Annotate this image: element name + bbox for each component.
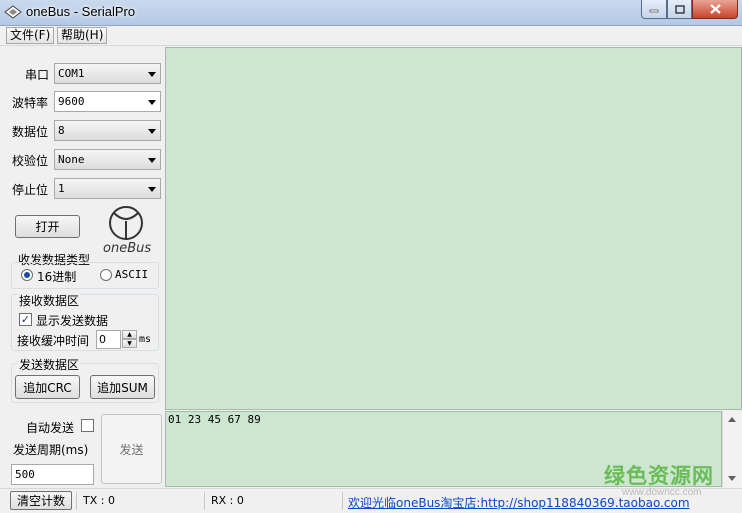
chevron-down-icon — [148, 158, 156, 163]
scroll-up-icon[interactable] — [728, 417, 736, 422]
close-icon — [709, 4, 721, 14]
ascii-radio[interactable] — [100, 269, 112, 281]
menu-bar: 文件(F) 帮助(H) — [0, 26, 742, 46]
app-icon — [4, 5, 22, 19]
parity-select[interactable]: None — [54, 149, 161, 170]
chevron-down-icon — [148, 187, 156, 192]
buffer-spinner[interactable]: ▲ ▼ — [122, 330, 137, 348]
hex-radio[interactable] — [21, 269, 33, 281]
receive-textarea[interactable] — [165, 47, 742, 410]
buffer-label: 接收缓冲时间 — [17, 334, 90, 348]
spin-down-icon[interactable]: ▼ — [122, 339, 137, 348]
status-separator — [342, 492, 343, 510]
send-button[interactable]: 发送 — [101, 414, 162, 484]
buffer-value: 0 — [99, 333, 106, 346]
onebus-logo-icon — [109, 206, 143, 240]
chevron-down-icon — [148, 72, 156, 77]
settings-panel: 串口 COM1 波特率 9600 数据位 8 校验位 None 停止位 1 打开… — [0, 47, 165, 407]
rx-counter: RX : 0 — [211, 494, 244, 507]
parity-value: None — [58, 153, 85, 166]
hex-label: 16进制 — [37, 270, 77, 284]
period-input[interactable]: 500 — [11, 464, 94, 485]
buffer-unit: ms — [139, 334, 152, 345]
ascii-label: ASCII — [115, 268, 149, 281]
baud-select[interactable]: 9600 — [54, 91, 161, 112]
status-separator — [204, 492, 205, 510]
status-separator — [76, 492, 77, 510]
send-scrollbar[interactable] — [722, 411, 742, 487]
minimize-button[interactable] — [641, 0, 667, 19]
close-button[interactable] — [692, 0, 738, 19]
spin-up-icon[interactable]: ▲ — [122, 330, 137, 339]
send-content: 01 23 45 67 89 — [168, 413, 261, 426]
open-port-button[interactable]: 打开 — [15, 215, 80, 238]
stopbits-label: 停止位 — [12, 183, 49, 197]
port-select[interactable]: COM1 — [54, 63, 161, 84]
append-sum-button[interactable]: 追加SUM — [90, 375, 155, 399]
auto-send-checkbox[interactable] — [81, 419, 94, 432]
send-title: 发送数据区 — [18, 356, 81, 373]
baud-value: 9600 — [58, 95, 85, 108]
databits-label: 数据位 — [12, 125, 49, 139]
title-bar: oneBus - SerialPro — [0, 0, 742, 26]
show-sent-checkbox[interactable]: ✓ — [19, 313, 32, 326]
watermark-logo: 绿色资源网 — [604, 464, 714, 488]
auto-send-label: 自动发送 — [26, 421, 75, 435]
onebus-logo-text: oneBus — [103, 241, 152, 256]
menu-file[interactable]: 文件(F) — [6, 27, 55, 44]
watermark-url: www.downcc.com — [622, 487, 702, 498]
baud-label: 波特率 — [12, 96, 49, 110]
tx-counter: TX : 0 — [83, 494, 115, 507]
period-label: 发送周期(ms) — [13, 443, 89, 457]
receive-title: 接收数据区 — [18, 292, 81, 309]
show-sent-label: 显示发送数据 — [36, 314, 109, 328]
databits-row: 数据位 8 — [0, 120, 165, 142]
window-title: oneBus - SerialPro — [26, 4, 136, 19]
maximize-icon — [674, 4, 685, 14]
buffer-input[interactable]: 0 — [96, 330, 121, 349]
stopbits-value: 1 — [58, 182, 65, 195]
clear-count-button[interactable]: 清空计数 — [10, 491, 72, 510]
parity-row: 校验位 None — [0, 149, 165, 171]
menu-help[interactable]: 帮助(H) — [57, 27, 108, 44]
databits-value: 8 — [58, 124, 65, 137]
databits-select[interactable]: 8 — [54, 120, 161, 141]
parity-label: 校验位 — [12, 154, 49, 168]
stopbits-select[interactable]: 1 — [54, 178, 161, 199]
maximize-button[interactable] — [667, 0, 692, 19]
minimize-icon — [649, 9, 659, 13]
port-row: 串口 COM1 — [0, 63, 165, 85]
stopbits-row: 停止位 1 — [0, 178, 165, 200]
chevron-down-icon — [148, 129, 156, 134]
baud-row: 波特率 9600 — [0, 91, 165, 113]
scroll-down-icon[interactable] — [728, 476, 736, 481]
port-value: COM1 — [58, 67, 85, 80]
append-crc-button[interactable]: 追加CRC — [15, 375, 80, 399]
chevron-down-icon — [148, 100, 156, 105]
port-label: 串口 — [25, 68, 50, 82]
